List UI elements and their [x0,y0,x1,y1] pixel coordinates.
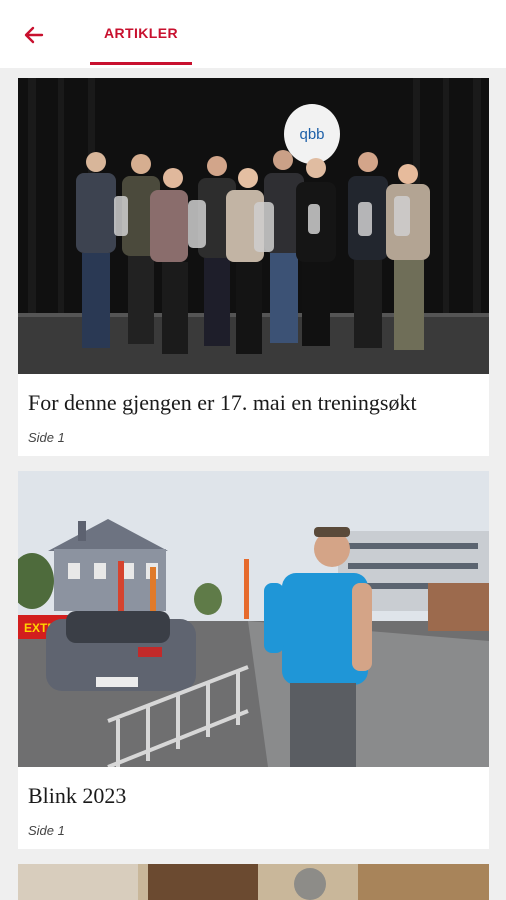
article-image: qbb [18,78,489,374]
tab-artikler[interactable]: ARTIKLER [90,0,192,66]
article-card[interactable]: qbb For denne gjengen er 17. mai en tren… [18,78,489,456]
article-page-label: Side 1 [28,823,65,838]
article-image: EXTRA [18,471,489,767]
tab-indicator [90,62,192,65]
arrow-left-icon [24,26,44,44]
top-app-bar: ARTIKLER [0,0,506,68]
back-button[interactable] [14,18,54,52]
article-title: Blink 2023 [28,783,127,808]
article-page-label: Side 1 [28,430,65,445]
article-title: For denne gjengen er 17. mai en trenings… [28,390,417,415]
svg-text:qbb: qbb [299,126,324,143]
article-image [18,864,489,900]
article-card[interactable]: EXTRA Blink 2023 Side 1 [18,471,489,849]
article-card[interactable] [18,864,489,900]
